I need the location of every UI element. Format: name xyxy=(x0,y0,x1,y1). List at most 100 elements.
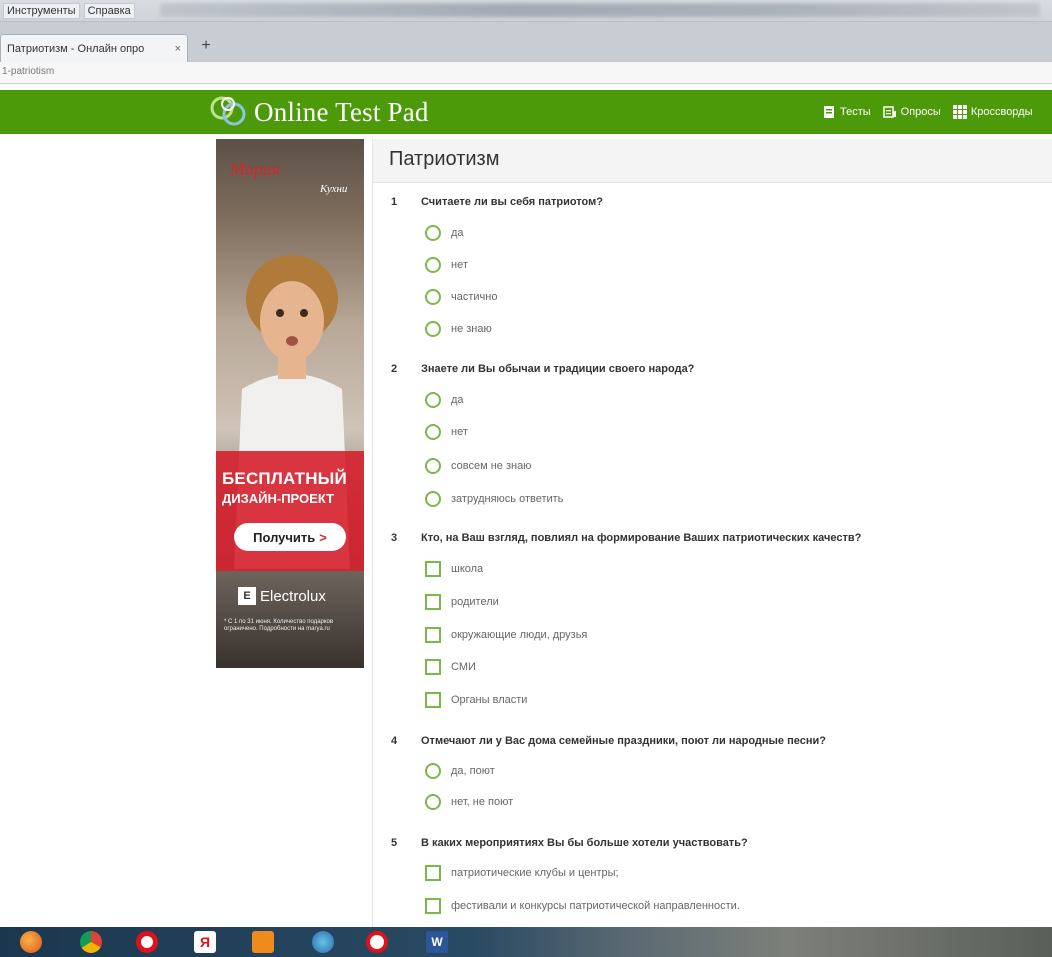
option-label: школа xyxy=(451,563,484,575)
ad-get-button[interactable]: Получить > xyxy=(234,523,346,551)
ad-button-label: Получить xyxy=(253,529,316,545)
answer-option[interactable]: частично xyxy=(425,288,497,306)
ad-brand-sub: Кухни xyxy=(320,183,348,195)
ad-brand: Мария xyxy=(230,159,281,179)
radio-button[interactable] xyxy=(425,763,441,779)
ad-sponsor: E Electrolux xyxy=(238,587,326,605)
option-label: совсем не знаю xyxy=(451,460,532,472)
explorer-icon[interactable] xyxy=(312,931,334,953)
nav-crosswords[interactable]: Кроссворды xyxy=(952,105,1033,119)
nav-tests-label: Тесты xyxy=(840,106,871,118)
radio-button[interactable] xyxy=(425,257,441,273)
question-text: В каких мероприятиях Вы бы больше хотели… xyxy=(421,837,748,849)
option-label: частично xyxy=(451,291,498,303)
option-label: нет xyxy=(451,259,468,271)
os-taskbar: Я W xyxy=(0,927,1052,957)
radio-button[interactable] xyxy=(425,491,441,507)
word-icon[interactable]: W xyxy=(426,931,448,953)
option-label: да xyxy=(451,394,464,406)
radio-button[interactable] xyxy=(425,225,441,241)
question-text: Отмечают ли у Вас дома семейные праздник… xyxy=(421,735,826,747)
radio-button[interactable] xyxy=(425,424,441,440)
option-label: не знаю xyxy=(451,323,492,335)
answer-option[interactable]: совсем не знаю xyxy=(425,457,531,475)
option-label: да, поют xyxy=(451,765,495,777)
url-text: 1-patriotism xyxy=(2,66,55,77)
address-bar[interactable]: 1-patriotism xyxy=(0,62,1052,84)
answer-option[interactable]: да xyxy=(425,224,464,242)
yandex-browser-icon[interactable] xyxy=(366,931,388,953)
menu: Инструменты Справка xyxy=(0,0,138,22)
option-label: нет xyxy=(451,426,468,438)
chevron-right-icon: > xyxy=(319,529,327,545)
ad-headline: БЕСПЛАТНЫЙ xyxy=(222,469,347,488)
nav-crosswords-label: Кроссворды xyxy=(970,106,1033,118)
question-number: 1 xyxy=(391,196,398,208)
survey-icon xyxy=(882,106,896,118)
logo-text: Online Test Pad xyxy=(254,96,429,127)
question-text: Знаете ли Вы обычаи и традиции своего на… xyxy=(421,363,695,375)
answer-option[interactable]: СМИ xyxy=(425,658,476,676)
answer-option[interactable]: фестивали и конкурсы патриотической напр… xyxy=(425,897,740,915)
answer-option[interactable]: нет xyxy=(425,256,468,274)
radio-button[interactable] xyxy=(425,321,441,337)
answer-option[interactable]: родители xyxy=(425,593,499,611)
new-tab-button[interactable]: + xyxy=(196,36,216,56)
radio-button[interactable] xyxy=(425,458,441,474)
store-icon[interactable] xyxy=(252,931,274,953)
browser-tab[interactable]: Патриотизм - Онлайн опро × xyxy=(0,34,188,62)
answer-option[interactable]: затрудняюсь ответить xyxy=(425,490,563,508)
electrolux-logo-icon: E xyxy=(238,587,256,605)
checkbox[interactable] xyxy=(425,865,441,881)
answer-option[interactable]: не знаю xyxy=(425,320,492,338)
checkbox[interactable] xyxy=(425,627,441,643)
answer-option[interactable]: Органы власти xyxy=(425,691,527,709)
question-number: 4 xyxy=(391,735,398,747)
test-icon xyxy=(824,106,834,118)
answer-option[interactable]: окружающие люди, друзья xyxy=(425,626,587,644)
radio-button[interactable] xyxy=(425,794,441,810)
answer-option[interactable]: школа xyxy=(425,560,483,578)
option-label: родители xyxy=(451,596,499,608)
question-text: Кто, на Ваш взгляд, повлиял на формирова… xyxy=(421,532,862,544)
answer-option[interactable]: нет, не поют xyxy=(425,793,513,811)
checkbox[interactable] xyxy=(425,898,441,914)
menu-item-tools[interactable]: Инструменты xyxy=(3,3,80,19)
option-label: окружающие люди, друзья xyxy=(451,629,588,641)
checkbox[interactable] xyxy=(425,692,441,708)
question-text: Считаете ли вы себя патриотом? xyxy=(421,196,603,208)
answer-option[interactable]: патриотические клубы и центры; xyxy=(425,864,619,882)
menu-item-help[interactable]: Справка xyxy=(83,3,135,19)
radio-button[interactable] xyxy=(425,289,441,305)
close-icon[interactable]: × xyxy=(175,43,181,55)
advertisement-banner[interactable]: Мария Кухни БЕСПЛАТНЫЙ ДИЗАЙН-ПРОЕКТ Пол… xyxy=(216,139,364,668)
answer-option[interactable]: нет xyxy=(425,423,468,441)
logo-icon xyxy=(210,96,246,126)
page-title: Патриотизм xyxy=(389,148,500,170)
browser-menubar: Инструменты Справка xyxy=(0,0,1052,22)
nav-surveys[interactable]: Опросы xyxy=(882,105,941,119)
checkbox[interactable] xyxy=(425,659,441,675)
test-content: Патриотизм 1 Считаете ли вы себя патриот… xyxy=(372,139,1052,927)
question-number: 3 xyxy=(391,532,398,544)
answer-option[interactable]: да, поют xyxy=(425,762,495,780)
nav-tests[interactable]: Тесты xyxy=(822,105,871,119)
checkbox[interactable] xyxy=(425,594,441,610)
opera-icon[interactable] xyxy=(136,931,158,953)
crossword-icon xyxy=(952,105,967,119)
option-label: фестивали и конкурсы патриотической напр… xyxy=(451,900,740,912)
option-label: Органы власти xyxy=(451,694,528,706)
yandex-icon[interactable]: Я xyxy=(194,931,216,953)
chrome-icon[interactable] xyxy=(80,931,102,953)
answer-option[interactable]: да xyxy=(425,391,464,409)
ad-sponsor-name: Electrolux xyxy=(260,587,326,605)
title-bar: Патриотизм xyxy=(373,139,1052,183)
question-number: 5 xyxy=(391,837,398,849)
checkbox[interactable] xyxy=(425,561,441,577)
nav-surveys-label: Опросы xyxy=(900,106,941,118)
firefox-icon[interactable] xyxy=(20,931,42,953)
site-header: Online Test Pad Тесты Опросы Кроссворды xyxy=(0,90,1052,134)
site-logo[interactable]: Online Test Pad xyxy=(206,92,429,132)
browser-tabbar: Патриотизм - Онлайн опро × + xyxy=(0,22,1052,62)
radio-button[interactable] xyxy=(425,392,441,408)
